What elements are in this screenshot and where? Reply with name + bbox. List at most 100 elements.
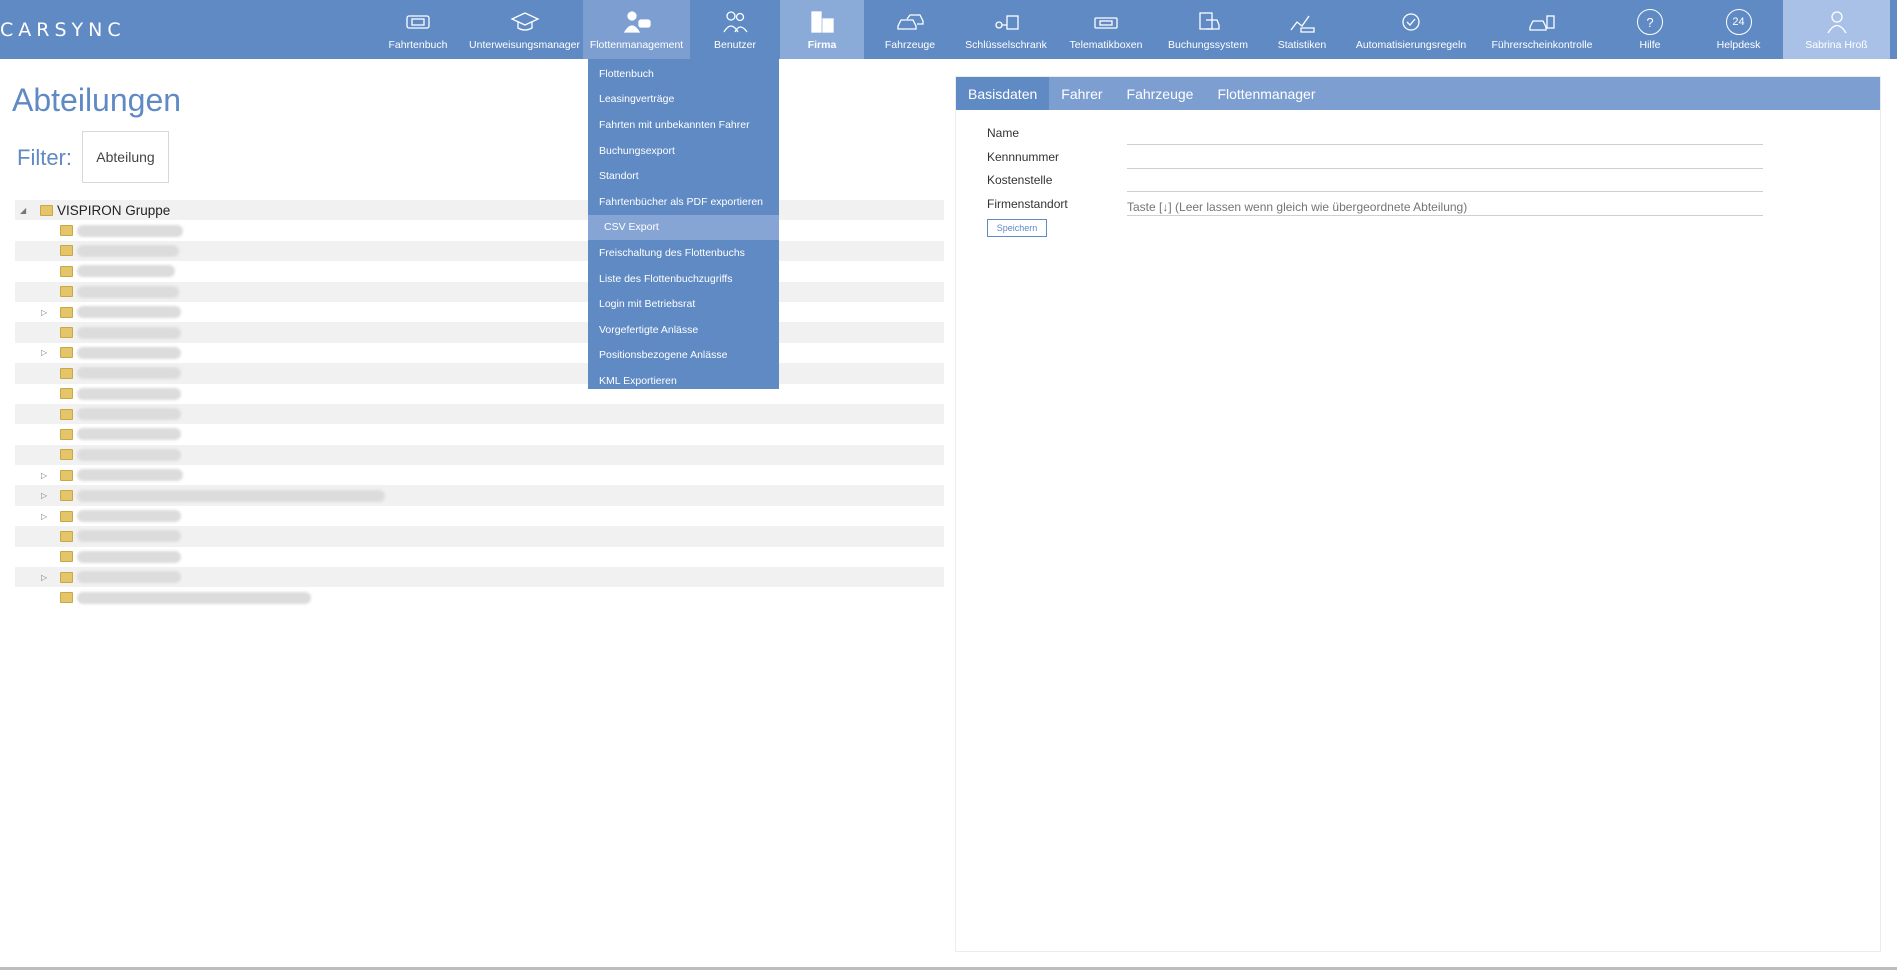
nav-helpdesk[interactable]: 24 Helpdesk <box>1694 0 1783 59</box>
carsync-logo[interactable]: CARSYNC <box>0 19 160 41</box>
tree-row[interactable] <box>15 220 944 240</box>
firmenstandort-field[interactable] <box>1127 194 1763 216</box>
menu-item-fahrten-unbekannter-fahrer[interactable]: Fahrten mit unbekannten Fahrer <box>588 112 779 138</box>
expand-triangle-icon[interactable]: ▷ <box>41 512 51 521</box>
menu-item-zugriffsliste[interactable]: Liste des Flottenbuchzugriffs <box>588 266 779 292</box>
expand-triangle-icon[interactable]: ▷ <box>41 348 51 357</box>
menu-item-positionsbezogene-anlaesse[interactable]: Positionsbezogene Anlässe <box>588 343 779 369</box>
menu-item-vorgefertigte-anlaesse[interactable]: Vorgefertigte Anlässe <box>588 317 779 343</box>
tree-row[interactable] <box>15 240 944 262</box>
logbook-icon <box>401 9 435 35</box>
tree-row[interactable]: ▷ <box>15 343 944 363</box>
tree-row[interactable] <box>15 526 944 547</box>
folder-icon <box>60 530 73 542</box>
nav-automatisierungsregeln[interactable]: Automatisierungsregeln <box>1344 0 1478 59</box>
folder-icon <box>60 469 73 481</box>
tree-row[interactable]: ▷ <box>15 302 944 322</box>
nav-firma[interactable]: Firma <box>780 0 864 59</box>
menu-item-buchungsexport[interactable]: Buchungsexport <box>588 138 779 164</box>
nav-label: Fahrzeuge <box>884 39 936 51</box>
tree-row-root[interactable]: ◢ VISPIRON Gruppe <box>15 200 944 221</box>
nav-telematikboxen[interactable]: Telematikboxen <box>1056 0 1156 59</box>
tree-row[interactable] <box>15 363 944 384</box>
nav-user-profile[interactable]: Sabrina Hroß <box>1783 0 1890 59</box>
folder-icon <box>60 388 73 400</box>
redacted-label <box>77 408 181 421</box>
tab-fahrzeuge[interactable]: Fahrzeuge <box>1115 77 1206 110</box>
statistics-icon <box>1285 9 1319 35</box>
tree-row[interactable]: ▷ <box>15 506 944 526</box>
redacted-label <box>77 244 179 257</box>
menu-item-login-betriebsrat[interactable]: Login mit Betriebsrat <box>588 291 779 317</box>
tree-row[interactable] <box>15 281 944 302</box>
department-detail-panel: Basisdaten Fahrer Fahrzeuge Flottenmanag… <box>955 76 1881 952</box>
tree-root-label[interactable]: VISPIRON Gruppe <box>57 203 170 218</box>
redacted-label <box>77 448 181 461</box>
building-icon <box>805 9 839 35</box>
tree-row[interactable] <box>15 261 944 281</box>
form-row-name: Name <box>987 123 1767 145</box>
menu-item-flottenbuch[interactable]: Flottenbuch <box>588 61 779 87</box>
top-navigation-bar: CARSYNC Fahrtenbuch Unterweisungsmanager… <box>0 0 1897 59</box>
nav-fahrtenbuch[interactable]: Fahrtenbuch <box>370 0 466 59</box>
nav-fahrzeuge[interactable]: Fahrzeuge <box>864 0 956 59</box>
graduation-cap-icon <box>508 9 542 35</box>
kostenstelle-field[interactable] <box>1127 170 1763 192</box>
nav-label: Buchungssystem <box>1168 39 1248 51</box>
expand-triangle-icon[interactable]: ▷ <box>41 491 51 500</box>
nav-unterweisungsmanager[interactable]: Unterweisungsmanager <box>466 0 583 59</box>
firmenstandort-label: Firmenstandort <box>987 197 1068 211</box>
menu-item-csv-export[interactable]: CSV Export <box>588 214 779 241</box>
menu-item-freischaltung[interactable]: Freischaltung des Flottenbuchs <box>588 240 779 266</box>
expand-triangle-icon[interactable]: ▷ <box>41 573 51 582</box>
collapse-triangle-icon[interactable]: ◢ <box>20 206 30 215</box>
nav-benutzer[interactable]: Benutzer <box>690 0 780 59</box>
form-row-kennnummer: Kennnummer <box>987 147 1767 169</box>
kennnummer-field[interactable] <box>1127 147 1763 169</box>
nav-flottenmanagement[interactable]: Flottenmanagement <box>583 0 690 59</box>
expand-triangle-icon[interactable]: ▷ <box>41 471 51 480</box>
filter-input[interactable]: Abteilung <box>82 131 169 183</box>
nav-schluesselschrank[interactable]: Schlüsselschrank <box>956 0 1056 59</box>
expand-triangle-icon[interactable]: ▷ <box>41 308 51 317</box>
menu-item-kml-export[interactable]: KML Exportieren <box>588 368 779 394</box>
tree-row[interactable] <box>15 403 944 425</box>
nav-fuehrerscheinkontrolle[interactable]: Führerscheinkontrolle <box>1478 0 1606 59</box>
tree-row[interactable] <box>15 424 944 444</box>
tree-row[interactable]: ▷ <box>15 567 944 588</box>
tree-row[interactable] <box>15 547 944 567</box>
menu-item-pdf-export[interactable]: Fahrtenbücher als PDF exportieren <box>588 189 779 215</box>
menu-item-standort[interactable]: Standort <box>588 163 779 189</box>
kostenstelle-label: Kostenstelle <box>987 173 1053 187</box>
nav-label: Schlüsselschrank <box>965 39 1047 51</box>
filter-label: Filter: <box>17 145 72 170</box>
folder-icon <box>60 327 73 339</box>
folder-icon <box>60 225 73 237</box>
tree-row[interactable] <box>15 322 944 343</box>
save-button[interactable]: Speichern <box>987 219 1047 237</box>
folder-icon <box>60 408 73 420</box>
folder-icon <box>60 245 73 257</box>
redacted-label <box>77 367 181 380</box>
nav-statistiken[interactable]: Statistiken <box>1260 0 1344 59</box>
tree-row[interactable] <box>15 384 944 404</box>
tree-row[interactable]: ▷ <box>15 485 944 506</box>
redacted-label <box>77 510 181 523</box>
name-field[interactable] <box>1127 123 1763 145</box>
nav-hilfe[interactable]: ? Hilfe <box>1606 0 1694 59</box>
tree-row[interactable] <box>15 587 944 607</box>
redacted-label <box>77 591 311 604</box>
nav-label: Firma <box>807 39 837 51</box>
nav-buchungssystem[interactable]: Buchungssystem <box>1156 0 1260 59</box>
tab-flottenmanager[interactable]: Flottenmanager <box>1205 77 1327 110</box>
user-icon <box>1820 9 1854 35</box>
tab-fahrer[interactable]: Fahrer <box>1049 77 1114 110</box>
cars-icon <box>893 9 927 35</box>
menu-item-leasingvertraege[interactable]: Leasingverträge <box>588 87 779 113</box>
booking-icon <box>1191 9 1225 35</box>
tree-row[interactable]: ▷ <box>15 465 944 485</box>
tree-row[interactable] <box>15 444 944 466</box>
folder-icon <box>60 367 73 379</box>
folder-icon <box>60 490 73 502</box>
tab-basisdaten[interactable]: Basisdaten <box>956 77 1050 110</box>
